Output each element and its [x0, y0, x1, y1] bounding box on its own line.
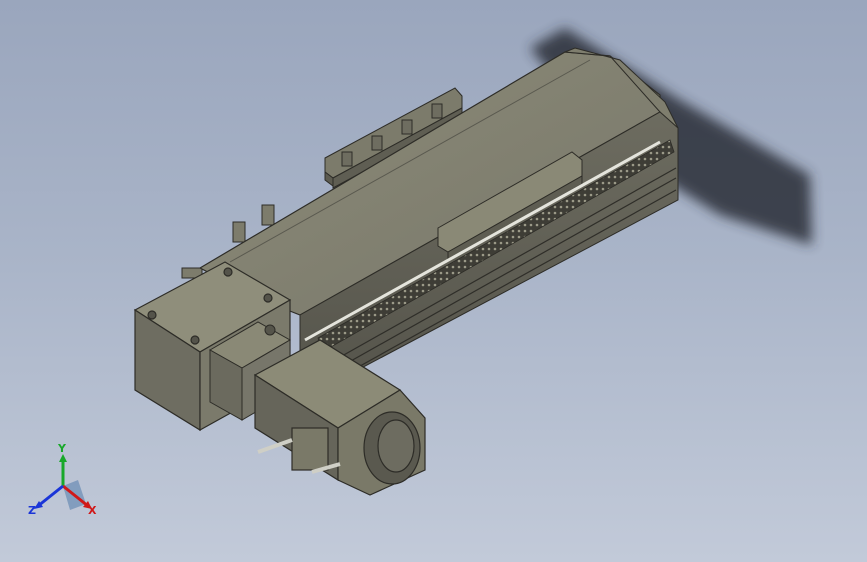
triad-y-label: Y — [58, 442, 66, 455]
triad-y-arrow — [59, 454, 67, 462]
triad-z-axis — [37, 484, 64, 508]
cad-model-scene[interactable] — [0, 0, 867, 562]
servo-motor — [253, 339, 426, 496]
orientation-triad[interactable]: Y X Z — [28, 442, 108, 526]
graphics-viewport[interactable]: Y X Z — [0, 0, 867, 562]
triad-x-label: X — [88, 504, 97, 517]
triad-z-label: Z — [28, 504, 36, 517]
